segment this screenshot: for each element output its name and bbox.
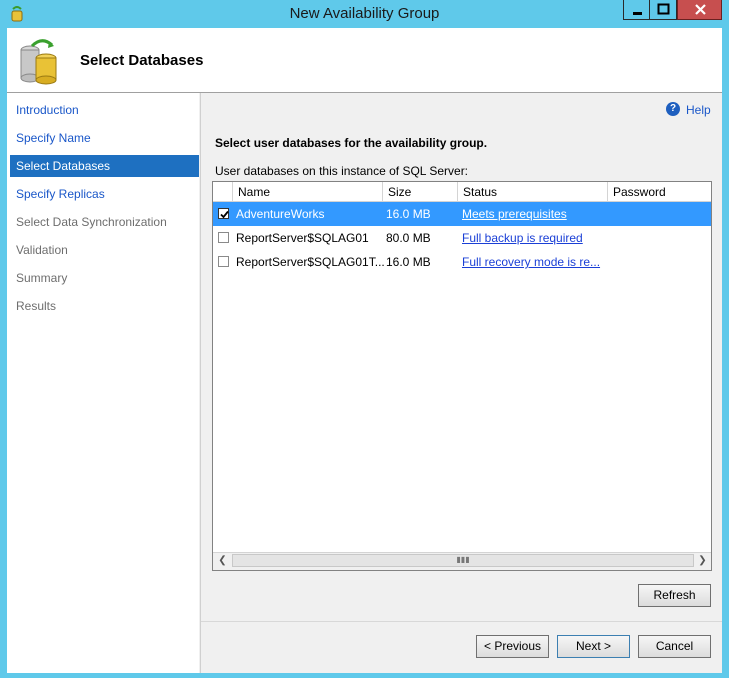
maximize-button[interactable] <box>650 0 677 20</box>
help-icon[interactable]: ? <box>666 102 680 116</box>
maximize-icon <box>657 3 670 15</box>
row-checkbox[interactable] <box>218 256 229 267</box>
status-link[interactable]: Full backup is required <box>462 226 583 250</box>
wizard-nav <box>7 93 199 673</box>
instruction-text: Select user databases for the availabili… <box>215 136 488 150</box>
window-title: New Availability Group <box>289 5 440 22</box>
column-header-password[interactable]: Password <box>608 182 711 202</box>
row-checkbox[interactable] <box>218 232 229 243</box>
db-size: 16.0 MB <box>386 207 431 221</box>
footer-divider <box>201 621 722 622</box>
db-size: 80.0 MB <box>386 231 431 245</box>
nav-item-select-data-synchronization: Select Data Synchronization <box>16 215 167 229</box>
nav-item-introduction[interactable]: Introduction <box>10 99 199 121</box>
minimize-icon <box>633 12 642 15</box>
nav-item-specify-name[interactable]: Specify Name <box>10 127 199 149</box>
refresh-button[interactable]: Refresh <box>638 584 711 607</box>
column-header-name[interactable]: Name <box>233 182 383 202</box>
nav-item-summary: Summary <box>16 271 68 285</box>
table-row[interactable]: ReportServer$SQLAG01 80.0 MB Full backup i… <box>213 226 711 250</box>
status-link[interactable]: Full recovery mode is re... <box>462 250 600 274</box>
db-name: ReportServer$SQLAG01 <box>236 231 369 245</box>
db-name: ReportServer$SQLAG01T... <box>236 255 385 269</box>
table-row[interactable]: ReportServer$SQLAG01T... 16.0 MB Full reco… <box>213 250 711 274</box>
help-link[interactable]: Help <box>686 103 711 117</box>
nav-item-select-databases[interactable]: Select Databases <box>10 155 199 177</box>
checkbox-column-header[interactable] <box>213 182 233 202</box>
nav-divider <box>200 93 201 673</box>
next-button[interactable]: Next > <box>557 635 630 658</box>
db-size: 16.0 MB <box>386 255 431 269</box>
minimize-button[interactable] <box>623 0 650 20</box>
scroll-left-icon[interactable]: ❮ <box>214 553 231 569</box>
status-link[interactable]: Meets prerequisites <box>462 202 567 226</box>
db-name: AdventureWorks <box>236 207 325 221</box>
page-title: Select Databases <box>80 52 204 69</box>
cancel-button[interactable]: Cancel <box>638 635 711 658</box>
database-icon <box>18 36 62 86</box>
nav-item-specify-replicas[interactable]: Specify Replicas <box>10 183 199 205</box>
close-icon <box>695 4 706 15</box>
grid-label: User databases on this instance of SQL S… <box>215 164 469 178</box>
column-header-size[interactable]: Size <box>383 182 458 202</box>
nav-item-validation: Validation <box>16 243 68 257</box>
scroll-thumb[interactable]: ▮▮▮ <box>232 554 694 567</box>
previous-button[interactable]: < Previous <box>476 635 549 658</box>
close-button[interactable] <box>677 0 722 20</box>
table-row[interactable]: AdventureWorks 16.0 MB Meets prerequisites <box>213 202 711 226</box>
nav-item-results: Results <box>16 299 57 313</box>
scroll-right-icon[interactable]: ❯ <box>694 553 711 569</box>
row-checkbox[interactable] <box>218 208 229 219</box>
column-header-status[interactable]: Status <box>458 182 608 202</box>
